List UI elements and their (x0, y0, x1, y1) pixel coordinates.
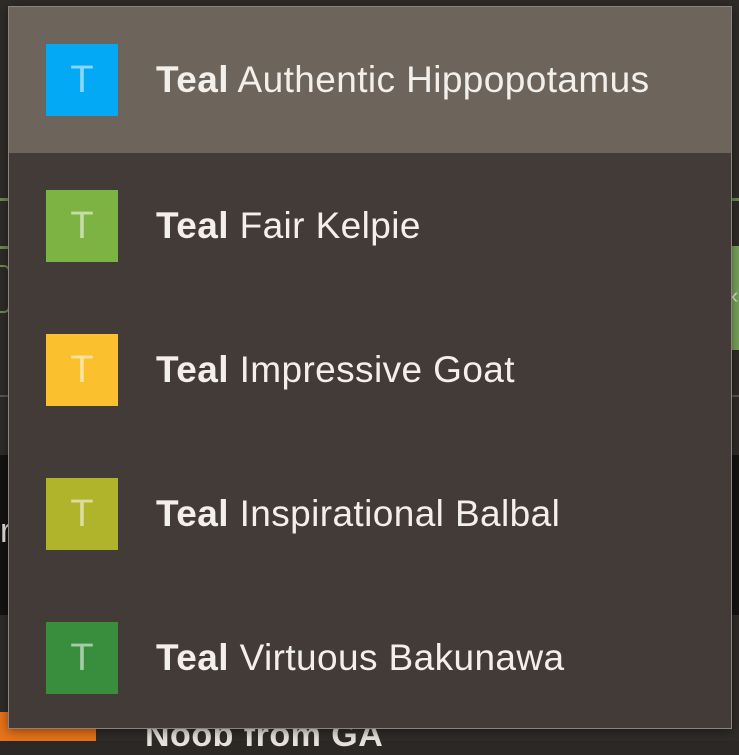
avatar: T (46, 334, 118, 406)
option-label: Teal Authentic Hippopotamus (156, 59, 649, 101)
option-team: Teal (156, 59, 229, 100)
option-label: Teal Impressive Goat (156, 349, 515, 391)
option-team: Teal (156, 205, 229, 246)
option-team: Teal (156, 637, 229, 678)
dropdown-option[interactable]: T Teal Fair Kelpie (9, 153, 731, 299)
option-name: Authentic Hippopotamus (237, 59, 650, 100)
dropdown-option[interactable]: T Teal Inspirational Balbal (9, 441, 731, 587)
avatar: T (46, 478, 118, 550)
option-team: Teal (156, 493, 229, 534)
chevron-left-icon: ‹ (731, 283, 739, 308)
dropdown-option[interactable]: T Teal Impressive Goat (9, 297, 731, 443)
option-name: Virtuous Bakunawa (239, 637, 565, 678)
dropdown-option[interactable]: T Teal Authentic Hippopotamus (9, 7, 731, 153)
player-select-dropdown: T Teal Authentic Hippopotamus T Teal Fai… (8, 6, 732, 729)
option-team: Teal (156, 349, 229, 390)
avatar: T (46, 622, 118, 694)
option-name: Impressive Goat (239, 349, 515, 390)
option-label: Teal Fair Kelpie (156, 205, 421, 247)
dropdown-option[interactable]: T Teal Virtuous Bakunawa (9, 585, 731, 728)
option-name: Inspirational Balbal (239, 493, 561, 534)
option-name: Fair Kelpie (239, 205, 421, 246)
option-label: Teal Virtuous Bakunawa (156, 637, 565, 679)
avatar: T (46, 190, 118, 262)
option-label: Teal Inspirational Balbal (156, 493, 560, 535)
avatar: T (46, 44, 118, 116)
